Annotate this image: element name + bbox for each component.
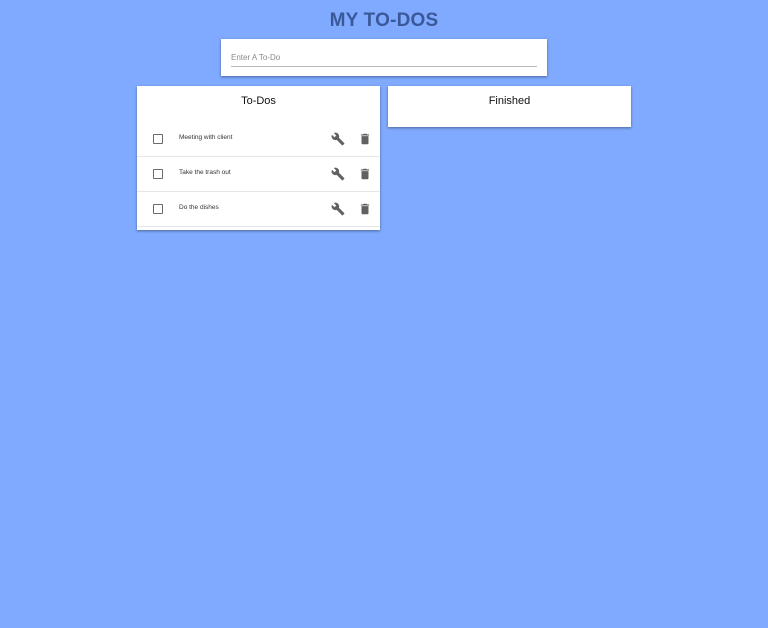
todo-input[interactable]	[231, 49, 537, 67]
todos-card: To-Dos Meeting with client Take the tras…	[137, 86, 380, 230]
finished-card-title: Finished	[488, 95, 531, 107]
delete-button[interactable]	[358, 202, 372, 216]
wrench-icon	[331, 167, 345, 181]
checkbox-unchecked-icon[interactable]	[153, 204, 163, 214]
todo-item: Take the trash out	[137, 157, 380, 192]
wrench-icon	[331, 202, 345, 216]
todo-text: Do the dishes	[179, 204, 219, 211]
delete-button[interactable]	[358, 167, 372, 181]
todo-text: Meeting with client	[179, 134, 233, 141]
finished-card: Finished	[388, 86, 631, 127]
todo-item: Do the dishes	[137, 192, 380, 227]
todo-text: Take the trash out	[179, 169, 231, 176]
todo-input-card	[221, 39, 547, 76]
delete-button[interactable]	[358, 132, 372, 146]
edit-button[interactable]	[331, 202, 345, 216]
todos-card-title: To-Dos	[241, 95, 276, 107]
trash-icon	[360, 133, 370, 145]
wrench-icon	[331, 132, 345, 146]
edit-button[interactable]	[331, 167, 345, 181]
todo-list: Meeting with client Take the trash out D…	[137, 122, 380, 227]
checkbox-unchecked-icon[interactable]	[153, 134, 163, 144]
checkbox-unchecked-icon[interactable]	[153, 169, 163, 179]
trash-icon	[360, 168, 370, 180]
page-title: MY TO-DOS	[329, 10, 439, 31]
trash-icon	[360, 203, 370, 215]
edit-button[interactable]	[331, 132, 345, 146]
todo-item: Meeting with client	[137, 122, 380, 157]
